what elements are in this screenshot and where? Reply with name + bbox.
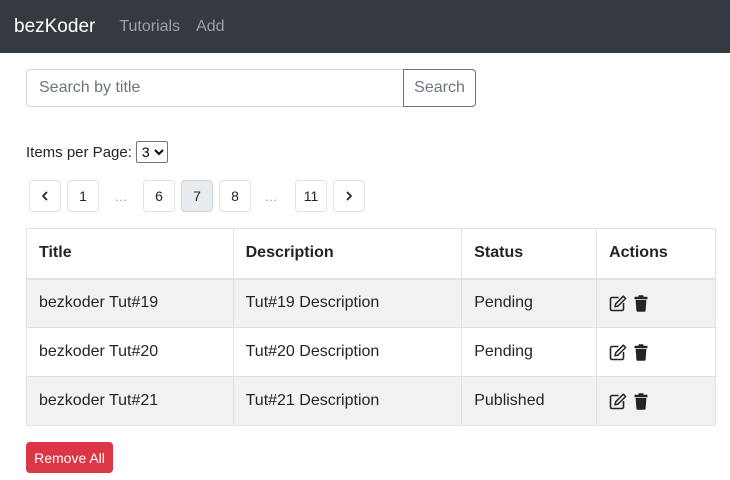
column-header-status: Status xyxy=(461,228,598,280)
items-per-page-select[interactable]: 3 xyxy=(135,141,168,163)
tutorials-table: Title Description Status Actions bezkode… xyxy=(26,228,716,426)
cell-title: bezkoder Tut#19 xyxy=(26,278,234,328)
page-button-7[interactable]: 7 xyxy=(181,180,213,212)
page-button-8[interactable]: 8 xyxy=(219,180,251,212)
column-header-actions: Actions xyxy=(596,228,716,280)
cell-description: Tut#19 Description xyxy=(232,278,463,328)
cell-title: bezkoder Tut#21 xyxy=(26,376,234,426)
pagination-ellipsis: … xyxy=(114,188,128,204)
remove-all-button[interactable]: Remove All xyxy=(26,442,113,473)
page-button-1[interactable]: 1 xyxy=(67,180,99,212)
pagination-ellipsis: … xyxy=(264,188,278,204)
trash-icon[interactable] xyxy=(634,343,648,361)
pagination-prev-button[interactable] xyxy=(29,180,61,212)
search-group: Search xyxy=(26,69,476,107)
pagination-next-button[interactable] xyxy=(333,180,365,212)
pagination: 1 … 6 7 8 … 11 xyxy=(29,180,369,212)
cell-status: Pending xyxy=(461,327,598,377)
cell-actions xyxy=(596,376,716,426)
navbar: bezKoder Tutorials Add xyxy=(0,0,730,53)
column-header-title: Title xyxy=(26,228,234,280)
tutorials-table-wrapper: Title Description Status Actions bezkode… xyxy=(26,228,716,426)
table-header-row: Title Description Status Actions xyxy=(26,228,716,280)
cell-description: Tut#21 Description xyxy=(232,376,463,426)
edit-icon[interactable] xyxy=(609,295,627,312)
search-input[interactable] xyxy=(26,69,404,107)
table-row: bezkoder Tut#21 Tut#21 Description Publi… xyxy=(26,376,716,426)
chevron-left-icon xyxy=(42,191,48,201)
cell-description: Tut#20 Description xyxy=(232,327,463,377)
table-row: bezkoder Tut#19 Tut#19 Description Pendi… xyxy=(26,278,716,328)
nav-link-add[interactable]: Add xyxy=(196,18,224,36)
table-row: bezkoder Tut#20 Tut#20 Description Pendi… xyxy=(26,327,716,377)
brand-logo[interactable]: bezKoder xyxy=(14,16,95,38)
items-per-page-label: Items per Page: xyxy=(26,143,132,161)
cell-status: Published xyxy=(461,376,598,426)
column-header-description: Description xyxy=(232,228,463,280)
items-per-page: Items per Page: 3 xyxy=(26,141,168,163)
cell-actions xyxy=(596,327,716,377)
trash-icon[interactable] xyxy=(634,294,648,312)
cell-actions xyxy=(596,278,716,328)
page-button-6[interactable]: 6 xyxy=(143,180,175,212)
trash-icon[interactable] xyxy=(634,392,648,410)
cell-title: bezkoder Tut#20 xyxy=(26,327,234,377)
cell-status: Pending xyxy=(461,278,598,328)
page-button-11[interactable]: 11 xyxy=(295,180,327,212)
chevron-right-icon xyxy=(346,191,352,201)
nav-link-tutorials[interactable]: Tutorials xyxy=(119,18,180,36)
edit-icon[interactable] xyxy=(609,392,627,410)
edit-icon[interactable] xyxy=(609,343,627,361)
search-button[interactable]: Search xyxy=(403,69,476,107)
